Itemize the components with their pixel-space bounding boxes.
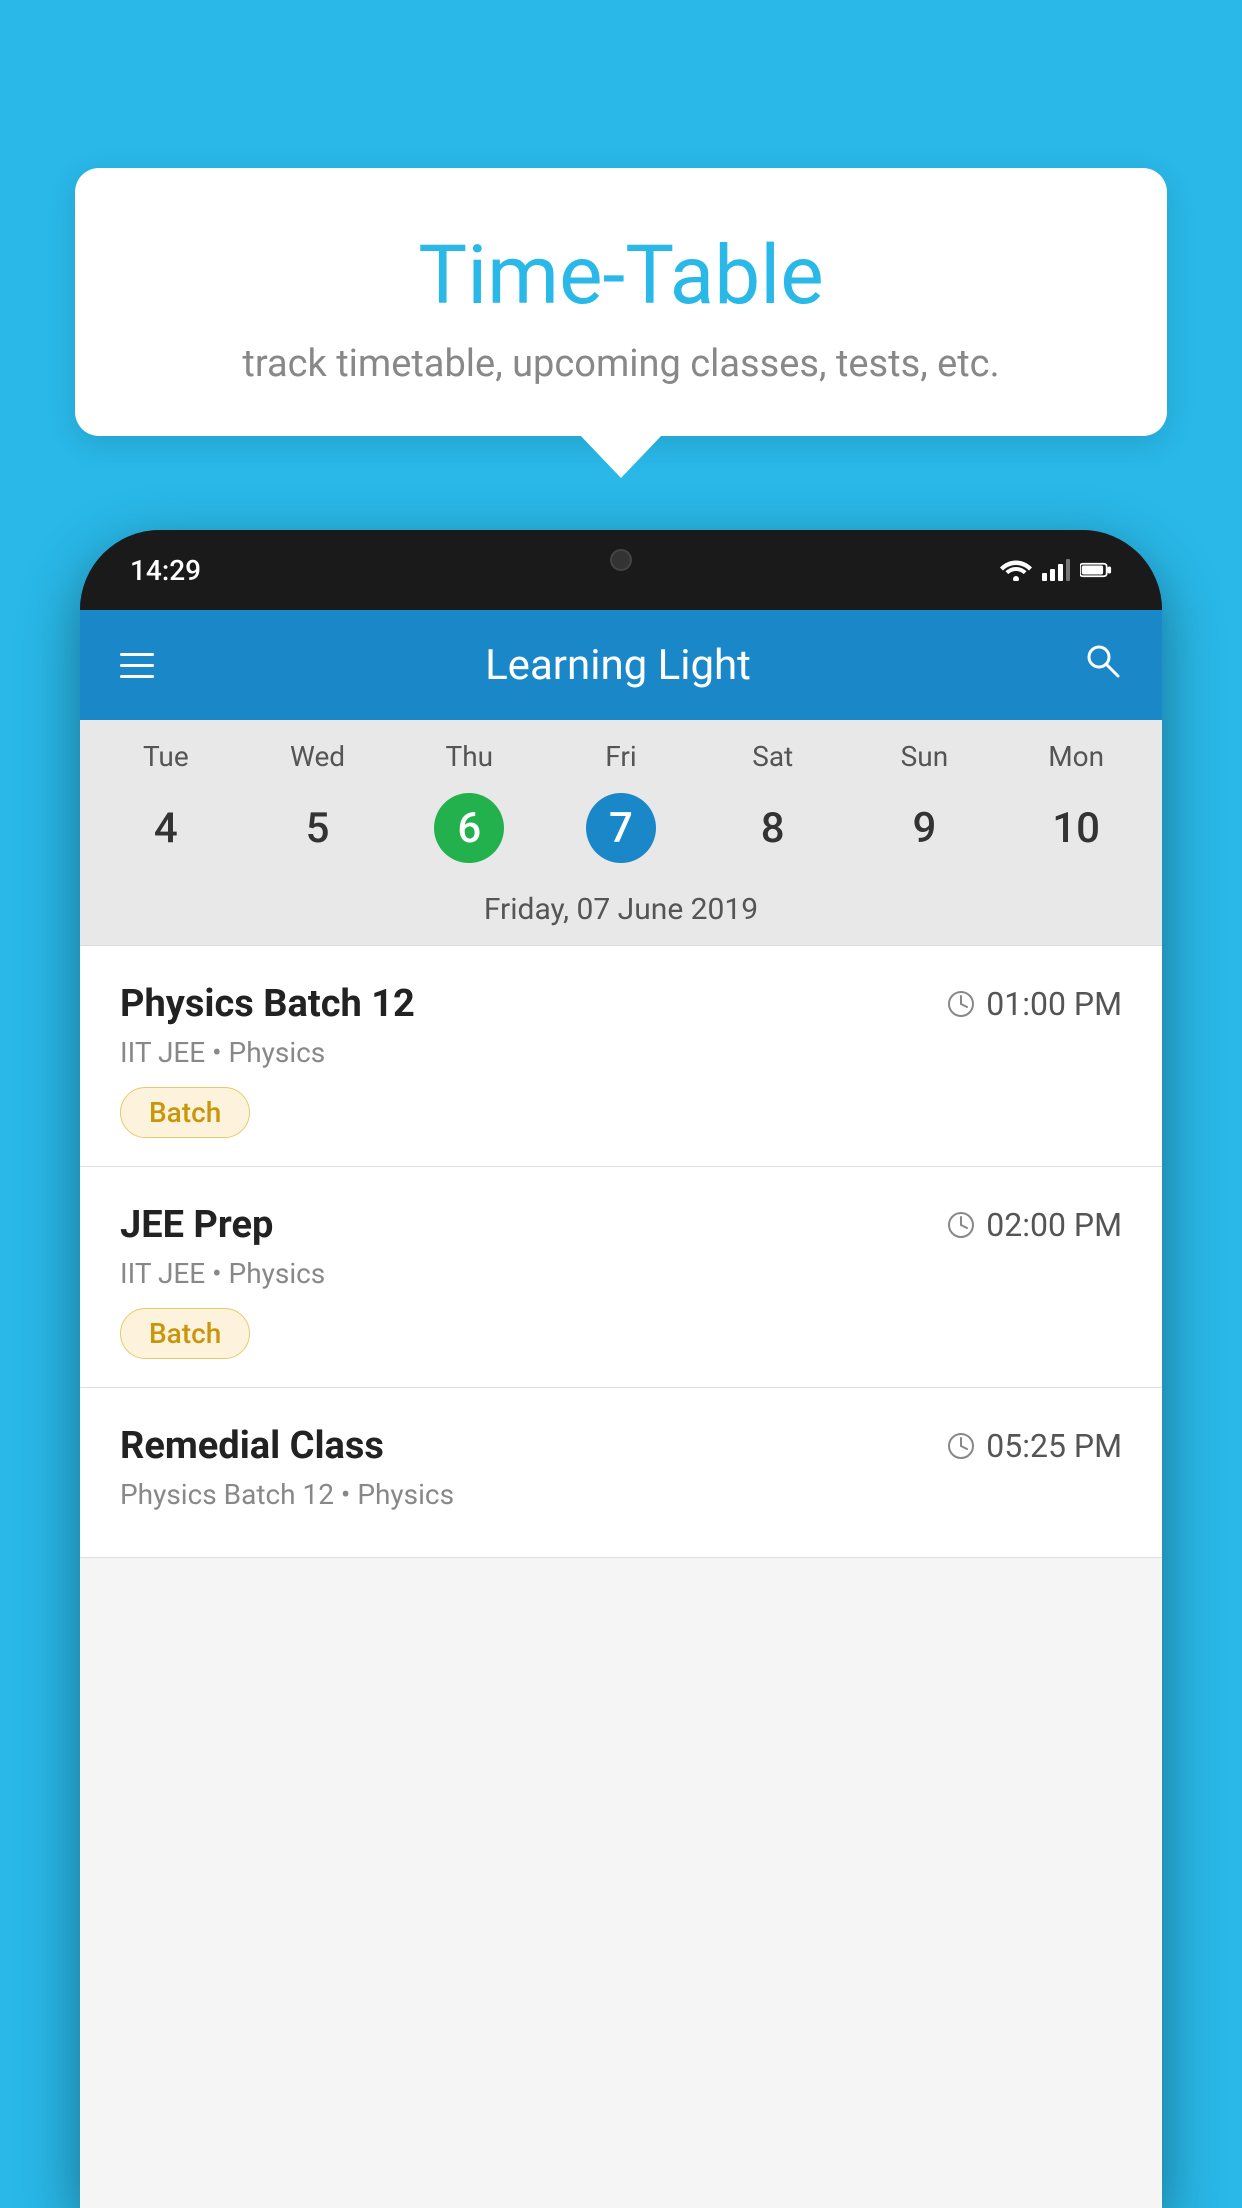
clock-icon [946,989,976,1019]
tooltip-title: Time-Table [145,228,1097,324]
day-number-10[interactable]: 10 [1000,793,1152,863]
clock-icon [946,1431,976,1461]
app-bar: Learning Light [80,610,1162,720]
schedule-subtitle-2: Physics Batch 12 • Physics [120,1478,1122,1511]
day-header-sun: Sun [849,740,1001,773]
day-numbers: 456 78910 [80,783,1162,878]
day-number-5[interactable]: 5 [242,793,394,863]
schedule-time-2: 05:25 PM [946,1427,1122,1465]
schedule-item-0[interactable]: Physics Batch 12 01:00 PM IIT JEE • Physic… [80,946,1162,1167]
day-number-6[interactable]: 6 [434,793,504,863]
day-number-7[interactable]: 7 [586,793,656,863]
tooltip-card: Time-Table track timetable, upcoming cla… [75,168,1167,436]
search-button[interactable] [1082,640,1122,690]
schedule-item-2[interactable]: Remedial Class 05:25 PM Physics Batch 12 •… [80,1388,1162,1558]
camera [610,549,632,571]
wifi-icon [1000,559,1032,581]
schedule-time-1: 02:00 PM [946,1206,1122,1244]
schedule-list: Physics Batch 12 01:00 PM IIT JEE • Physic… [80,946,1162,1558]
day-header-fri: Fri [545,740,697,773]
phone-frame: 14:29 [80,530,1162,2208]
schedule-title-1: JEE Prep [120,1203,273,1247]
batch-badge-1: Batch [120,1308,250,1359]
day-header-mon: Mon [1000,740,1152,773]
tooltip-subtitle: track timetable, upcoming classes, tests… [145,342,1097,386]
phone-notch [531,530,711,590]
day-header-tue: Tue [90,740,242,773]
signal-icon [1042,559,1070,581]
day-header-thu: Thu [393,740,545,773]
schedule-subtitle-0: IIT JEE • Physics [120,1036,1122,1069]
day-header-wed: Wed [242,740,394,773]
batch-badge-0: Batch [120,1087,250,1138]
schedule-time-0: 01:00 PM [946,985,1122,1023]
selected-date-label: Friday, 07 June 2019 [80,878,1162,946]
day-number-4[interactable]: 4 [90,793,242,863]
schedule-item-1[interactable]: JEE Prep 02:00 PM IIT JEE • Physics Batch [80,1167,1162,1388]
day-number-8[interactable]: 8 [697,793,849,863]
day-header-sat: Sat [697,740,849,773]
app-title: Learning Light [184,641,1052,690]
clock-icon [946,1210,976,1240]
phone-screen: Learning Light TueWedThuFriSatSunMon 456… [80,610,1162,2208]
menu-button[interactable] [120,653,154,678]
schedule-subtitle-1: IIT JEE • Physics [120,1257,1122,1290]
phone-top-bar: 14:29 [80,530,1162,610]
day-number-9[interactable]: 9 [849,793,1001,863]
battery-icon [1080,561,1112,579]
schedule-title-0: Physics Batch 12 [120,982,415,1026]
status-time: 14:29 [130,554,201,587]
schedule-title-2: Remedial Class [120,1424,384,1468]
calendar-section: TueWedThuFriSatSunMon 456 78910 Friday, 0… [80,720,1162,946]
day-headers: TueWedThuFriSatSunMon [80,720,1162,783]
status-icons [1000,559,1112,581]
